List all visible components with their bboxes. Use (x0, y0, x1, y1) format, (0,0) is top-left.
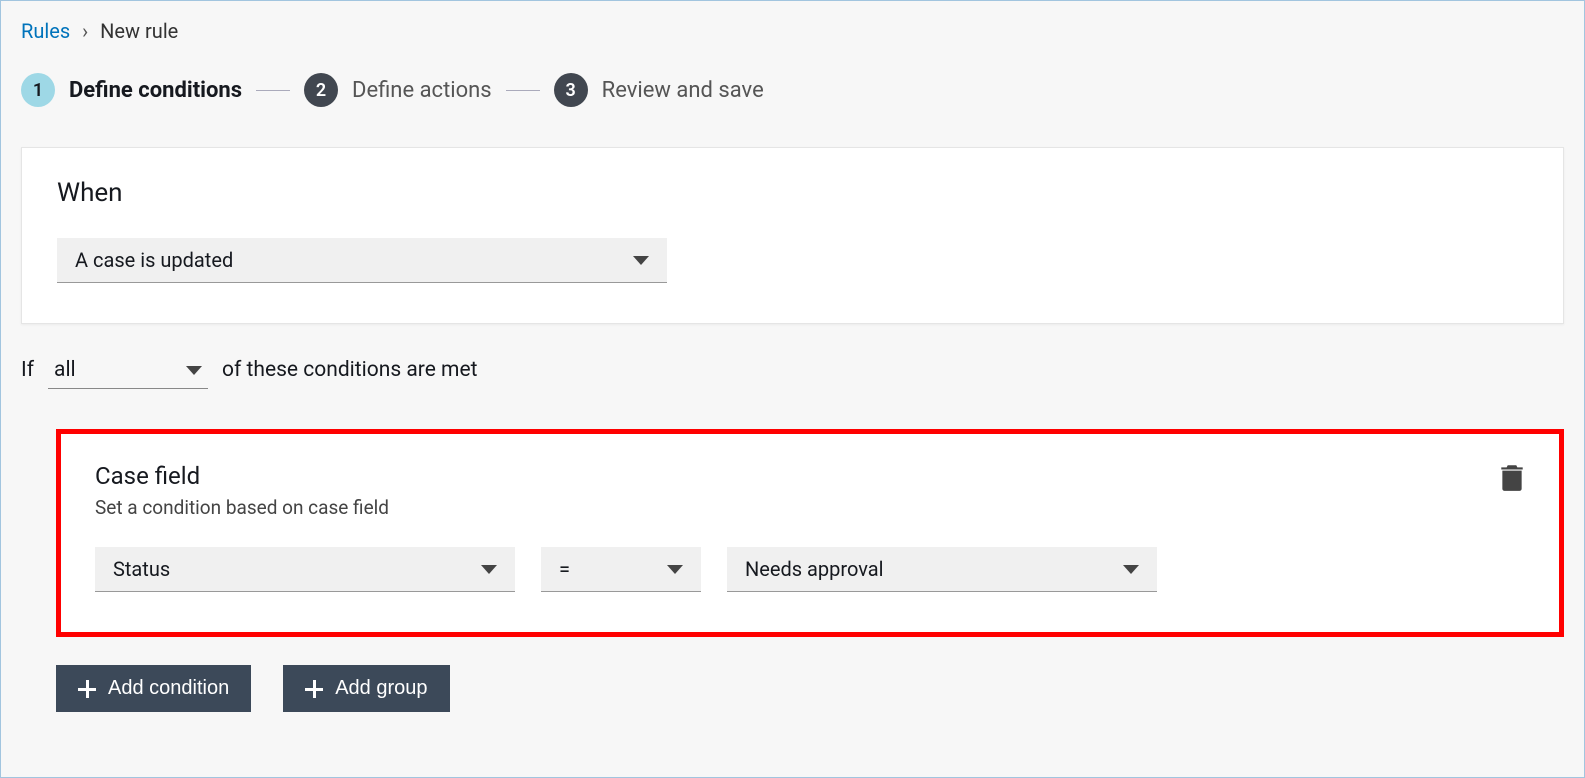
condition-field-select[interactable]: Status (95, 547, 515, 592)
step-separator (506, 90, 540, 91)
when-trigger-value: A case is updated (75, 248, 233, 272)
condition-operator-value: = (559, 557, 570, 581)
when-trigger-select[interactable]: A case is updated (57, 238, 667, 283)
caret-down-icon (667, 565, 683, 574)
actions-row: Add condition Add group (56, 665, 1564, 712)
match-mode-select[interactable]: all (48, 354, 208, 389)
step-num-3: 3 (554, 73, 588, 107)
caret-down-icon (1123, 565, 1139, 574)
caret-down-icon (633, 256, 649, 265)
match-mode-value: all (54, 358, 76, 382)
condition-card: Case field Set a condition based on case… (56, 429, 1564, 637)
condition-operator-select[interactable]: = (541, 547, 701, 592)
stepper: 1 Define conditions 2 Define actions 3 R… (21, 73, 1564, 107)
when-title: When (57, 178, 1528, 208)
condition-title: Case field (95, 462, 389, 490)
if-prefix: If (21, 358, 34, 382)
caret-down-icon (481, 565, 497, 574)
condition-subtitle: Set a condition based on case field (95, 496, 389, 519)
step-label-2: Define actions (352, 78, 492, 103)
delete-condition-button[interactable] (1499, 462, 1525, 496)
caret-down-icon (186, 366, 202, 375)
add-group-button[interactable]: Add group (283, 665, 449, 712)
breadcrumb-rules-link[interactable]: Rules (21, 19, 70, 43)
if-suffix: of these conditions are met (222, 358, 477, 382)
plus-icon (78, 680, 96, 698)
condition-value-select[interactable]: Needs approval (727, 547, 1157, 592)
breadcrumb-current: New rule (100, 19, 178, 43)
trash-icon (1499, 462, 1525, 492)
plus-icon (305, 680, 323, 698)
step-num-2: 2 (304, 73, 338, 107)
step-num-1: 1 (21, 73, 55, 107)
condition-value-value: Needs approval (745, 557, 884, 581)
add-condition-label: Add condition (108, 677, 229, 700)
step-define-conditions[interactable]: 1 Define conditions (21, 73, 242, 107)
step-separator (256, 90, 290, 91)
add-condition-button[interactable]: Add condition (56, 665, 251, 712)
condition-field-value: Status (113, 557, 170, 581)
chevron-right-icon: › (82, 19, 88, 43)
add-group-label: Add group (335, 677, 427, 700)
step-define-actions[interactable]: 2 Define actions (304, 73, 492, 107)
breadcrumb: Rules › New rule (21, 19, 1564, 43)
step-label-3: Review and save (602, 78, 764, 103)
step-label-1: Define conditions (69, 78, 242, 103)
when-panel: When A case is updated (21, 147, 1564, 324)
if-row: If all of these conditions are met (21, 354, 1564, 389)
step-review-save[interactable]: 3 Review and save (554, 73, 764, 107)
